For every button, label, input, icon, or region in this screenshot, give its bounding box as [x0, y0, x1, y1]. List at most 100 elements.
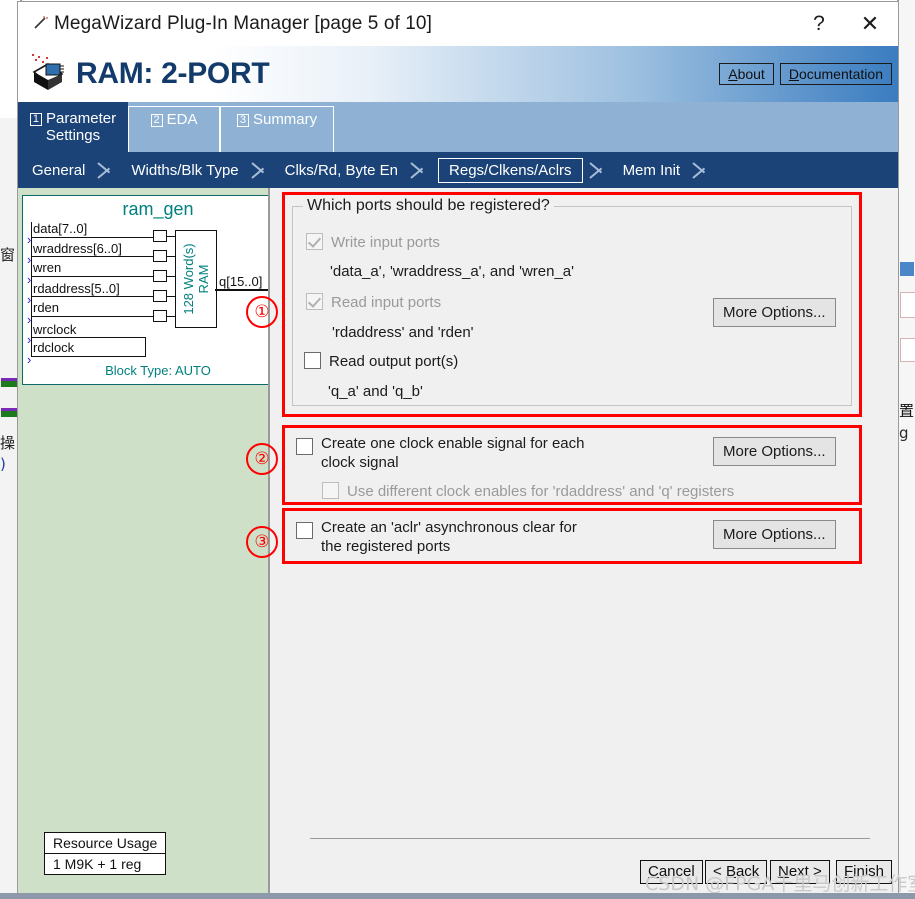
tab-parameter-settings[interactable]: 1 Parameter Settings — [18, 102, 128, 152]
write-input-ports-label: Write input ports — [331, 234, 440, 251]
annotation-marker-3: ③ — [246, 526, 278, 558]
chevron-right-icon — [91, 152, 125, 188]
symbol-input-arrows-icon: › › › › › › › — [27, 232, 32, 367]
background-app-right: 置 g — [897, 0, 915, 899]
different-clock-enables-row[interactable]: Use different clock enables for 'rdaddre… — [322, 482, 734, 501]
window-bottom-edge — [0, 893, 915, 899]
more-options-button-1[interactable]: More Options... — [713, 298, 836, 327]
background-chip-2 — [1, 408, 19, 417]
symbol-port-rden: rden — [33, 300, 60, 315]
read-output-ports-checkbox[interactable] — [304, 352, 321, 369]
documentation-label-rest: ocumentation — [798, 66, 883, 82]
breadcrumb: General Widths/Blk Type Clks/Rd, Byte En… — [18, 152, 898, 188]
write-input-ports-checkbox[interactable] — [306, 233, 323, 250]
background-cjk-left-3: ) — [0, 455, 6, 473]
megawizard-window: MegaWizard Plug-In Manager [page 5 of 10… — [18, 2, 898, 895]
registered-ports-legend: Which ports should be registered? — [303, 197, 554, 215]
next-button[interactable]: Next > — [770, 860, 830, 884]
back-label-rest: ack — [735, 863, 760, 880]
background-thumb-2 — [900, 338, 915, 362]
different-clock-enables-label: Use different clock enables for 'rdaddre… — [347, 483, 735, 500]
finish-button[interactable]: Finish — [836, 860, 893, 884]
resource-usage-header: Resource Usage — [45, 833, 166, 854]
background-text-right: g — [899, 424, 909, 442]
tab-number-3: 3 — [236, 114, 249, 127]
chevron-right-icon — [583, 152, 617, 188]
tab-number-1: 1 — [29, 113, 43, 126]
background-thumb-header — [900, 262, 914, 276]
back-label-prefix: < — [713, 863, 726, 880]
cancel-mnemonic: C — [648, 863, 659, 880]
different-clock-enables-checkbox[interactable] — [322, 482, 339, 499]
read-input-ports-detail: 'rdaddress' and 'rden' — [332, 324, 474, 341]
back-button[interactable]: < Back — [705, 860, 768, 884]
tab-number-2: 2 — [150, 114, 163, 127]
wand-icon — [28, 15, 54, 34]
tab-label-parameter-settings-line2: Settings — [45, 127, 101, 144]
back-mnemonic: B — [725, 863, 736, 880]
tab-eda[interactable]: 2 EDA — [128, 106, 220, 152]
more-options-button-3[interactable]: More Options... — [713, 520, 836, 549]
title-bar: MegaWizard Plug-In Manager [page 5 of 10… — [18, 2, 898, 46]
footer-divider — [310, 838, 870, 839]
more-options-button-2[interactable]: More Options... — [713, 437, 836, 466]
tab-label-eda: EDA — [166, 111, 198, 128]
read-input-ports-label: Read input ports — [331, 294, 442, 311]
symbol-port-q: q[15..0] — [219, 274, 263, 289]
annotation-marker-1: ① — [246, 296, 278, 328]
finish-label-rest: inish — [853, 863, 885, 880]
content-area: ram_gen data[7..0] wraddress[6..0] wren … — [18, 188, 898, 895]
background-cjk-right-1: 置 — [899, 402, 915, 420]
aclr-checkbox[interactable] — [296, 522, 313, 539]
background-chip-1 — [1, 378, 19, 387]
about-mnemonic: A — [728, 66, 738, 82]
help-button[interactable]: ? — [796, 2, 842, 46]
write-input-ports-row[interactable]: Write input ports — [306, 233, 440, 252]
chevron-right-icon — [245, 152, 279, 188]
resource-usage-value: 1 M9K + 1 reg — [53, 856, 142, 872]
chevron-right-icon — [404, 152, 438, 188]
breadcrumb-regs-clkens-aclrs[interactable]: Regs/Clkens/Aclrs — [438, 157, 583, 183]
read-output-ports-label: Read output port(s) — [329, 353, 459, 370]
documentation-button[interactable]: Documentation — [779, 63, 892, 85]
symbol-core-label-2: RAM — [196, 264, 211, 294]
aclr-row[interactable]: Create an 'aclr' asynchronous clear for … — [296, 518, 696, 556]
symbol-name: ram_gen — [122, 199, 194, 219]
window-title: MegaWizard Plug-In Manager [page 5 of 10… — [54, 13, 432, 34]
symbol-core-block: 128 Word(s) RAM — [175, 230, 217, 328]
read-input-ports-checkbox[interactable] — [306, 293, 323, 310]
aclr-label-line2: the registered ports — [321, 538, 451, 555]
read-output-ports-row[interactable]: Read output port(s) — [304, 352, 458, 371]
read-input-ports-row[interactable]: Read input ports — [306, 293, 441, 312]
next-mnemonic: N — [778, 863, 789, 880]
background-thumb-1 — [900, 292, 915, 318]
clock-enable-checkbox[interactable] — [296, 438, 313, 455]
symbol-port-wrclock: wrclock — [33, 322, 77, 337]
breadcrumb-mem-init[interactable]: Mem Init — [617, 162, 687, 179]
breadcrumb-clks-rd-byte-en[interactable]: Clks/Rd, Byte En — [279, 162, 404, 179]
next-label-rest: ext > — [788, 863, 822, 880]
symbol-port-wraddress: wraddress[6..0] — [33, 241, 122, 256]
close-button[interactable]: ✕ — [842, 2, 898, 46]
symbol-port-rdclock: rdclock — [33, 340, 75, 355]
chevron-right-icon — [686, 152, 720, 188]
aclr-label-line1: Create an 'aclr' asynchronous clear for — [321, 519, 577, 536]
breadcrumb-widths-blk-type[interactable]: Widths/Blk Type — [125, 162, 244, 179]
symbol-preview-pane: ram_gen data[7..0] wraddress[6..0] wren … — [18, 188, 300, 895]
symbol-block-type: Block Type: AUTO — [105, 363, 211, 378]
about-button[interactable]: About — [719, 63, 774, 85]
tab-summary[interactable]: 3 Summary — [220, 106, 334, 152]
tab-label-summary: Summary — [252, 111, 318, 128]
symbol-port-data: data[7..0] — [33, 221, 88, 236]
clock-enable-row[interactable]: Create one clock enable signal for each … — [296, 434, 696, 472]
chip-logo-icon — [26, 52, 70, 96]
product-banner: RAM: 2-PORT About Documentation — [18, 46, 898, 102]
tab-label-parameter-settings-line1: Parameter — [46, 110, 117, 127]
clock-enable-label-line1: Create one clock enable signal for each — [321, 435, 585, 452]
background-cjk-left-1: 窗 — [0, 246, 16, 264]
write-input-ports-detail: 'data_a', 'wraddress_a', and 'wren_a' — [330, 263, 574, 280]
cancel-button[interactable]: Cancel — [640, 860, 703, 884]
finish-mnemonic: F — [844, 863, 854, 880]
clock-enable-label-line2: clock signal — [321, 454, 399, 471]
breadcrumb-general[interactable]: General — [26, 162, 91, 179]
